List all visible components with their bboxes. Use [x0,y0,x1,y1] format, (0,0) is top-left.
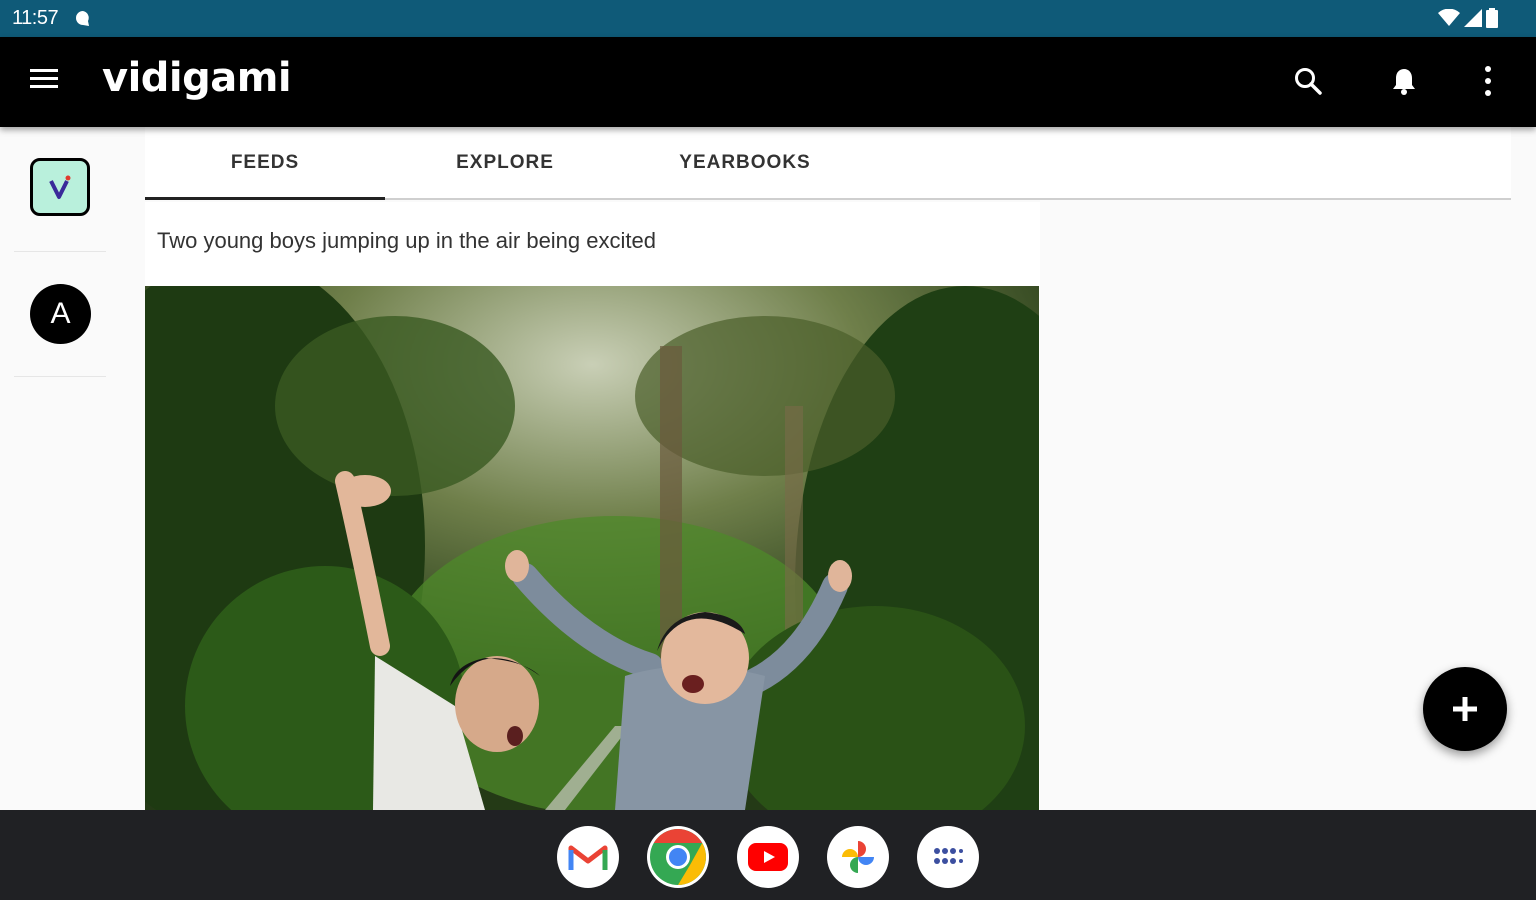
tab-yearbooks[interactable]: YEARBOOKS [625,127,865,198]
message-notification-icon [75,10,91,31]
post-photo[interactable] [145,286,1039,810]
vidigami-logo-icon [49,175,71,199]
chrome-icon [650,829,706,885]
app-drawer-icon [934,848,963,864]
tab-explore[interactable]: EXPLORE [385,127,625,198]
menu-button[interactable] [28,67,68,97]
battery-icon [1486,8,1498,33]
plus-icon [1453,697,1477,721]
app-bar: vidigami [0,37,1536,127]
notifications-button[interactable] [1384,61,1424,101]
search-button[interactable] [1288,61,1328,101]
photos-icon [842,841,874,873]
status-bar: 11:57 [0,0,1536,37]
feed-post: Two young boys jumping up in the air bei… [145,202,1040,810]
vidigami-community-button[interactable] [30,158,90,216]
wifi-icon [1438,8,1460,32]
overflow-menu-button[interactable] [1468,61,1508,101]
left-rail: A [0,127,140,810]
search-icon [1295,68,1322,95]
rail-divider [14,376,106,377]
tab-feeds[interactable]: FEEDS [145,127,385,200]
add-post-button[interactable] [1423,667,1507,751]
status-icons [1438,8,1498,33]
more-vert-icon [1485,66,1491,96]
post-caption: Two young boys jumping up in the air bei… [157,228,656,253]
status-time: 11:57 [12,7,59,29]
dock-app-youtube[interactable] [737,826,799,888]
rail-divider [14,251,106,252]
photo-illustration [145,286,1039,810]
dock-app-chrome[interactable] [647,826,709,888]
bell-icon [1393,69,1415,95]
app-brand: vidigami [102,55,292,101]
gmail-icon [568,845,608,870]
signal-icon [1464,9,1482,32]
user-avatar[interactable]: A [30,284,91,344]
youtube-icon [748,843,788,871]
tab-bar: FEEDS EXPLORE YEARBOOKS [145,127,1511,200]
dock-app-photos[interactable] [827,826,889,888]
taskbar-dock [0,810,1536,900]
dock-app-gmail[interactable] [557,826,619,888]
dock-app-drawer[interactable] [917,826,979,888]
hamburger-menu-icon [30,69,58,88]
